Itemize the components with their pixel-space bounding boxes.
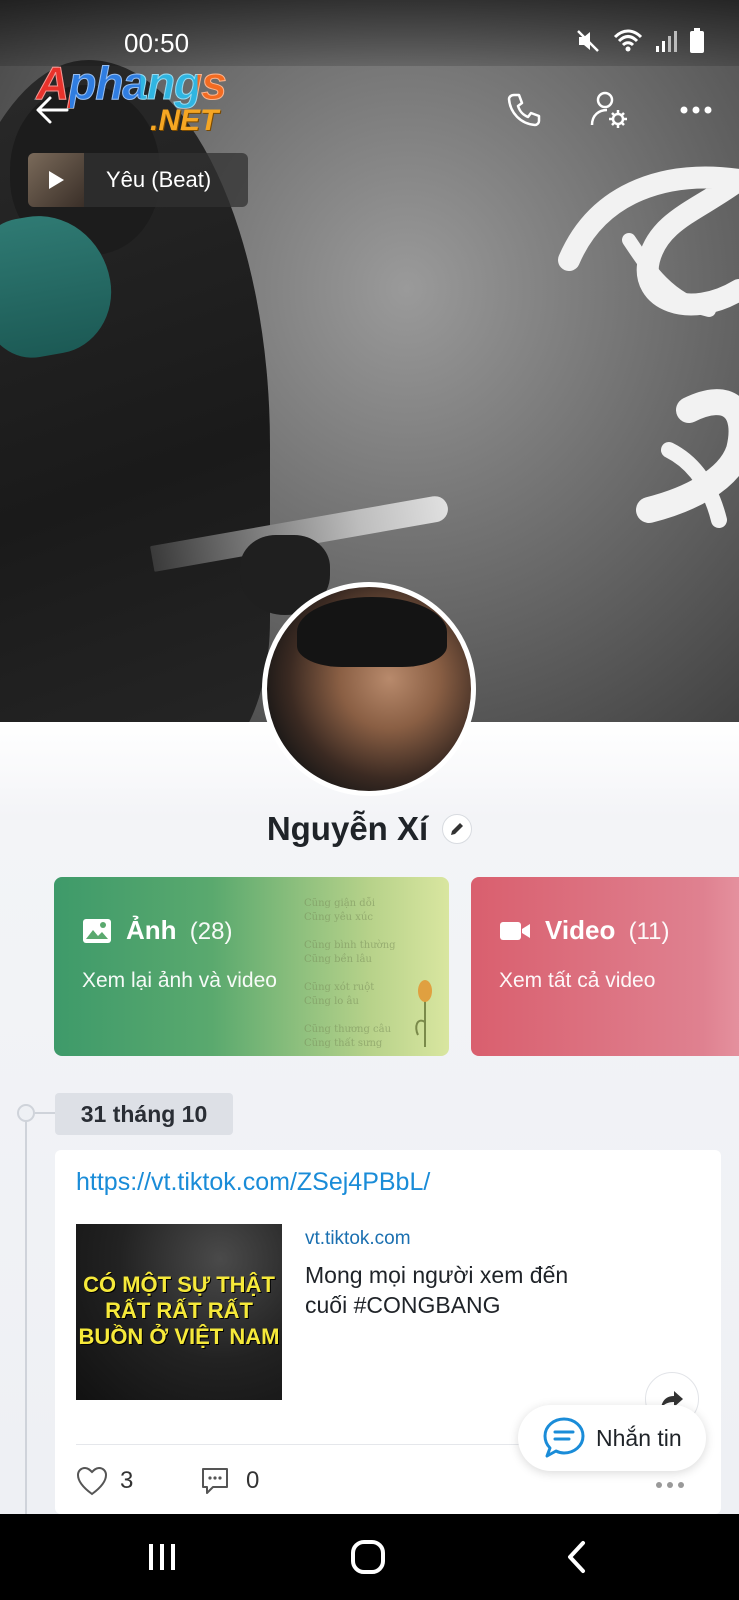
timeline-dot (17, 1104, 35, 1122)
system-navigation-bar (0, 1514, 739, 1600)
message-button-label: Nhắn tin (596, 1424, 682, 1451)
avatar-hair (297, 597, 447, 667)
videos-card-title-wrap: Video (11) (545, 915, 669, 946)
watermark-suffix: .NET (150, 104, 219, 137)
comment-button[interactable]: 0 (200, 1466, 259, 1496)
more-dots-icon (680, 106, 712, 114)
user-settings-icon (590, 91, 627, 128)
thumbnail-caption: CÓ MỘT SỰ THẬT RẤT RẤT RẤT BUỒN Ở VIỆT N… (78, 1272, 280, 1349)
music-thumbnail (28, 153, 84, 207)
more-options-button[interactable] (672, 86, 720, 134)
link-preview-title[interactable]: Mong mọi người xem đến cuối #CONGBANG (305, 1260, 615, 1320)
mute-icon (577, 30, 599, 52)
home-button[interactable] (338, 1534, 398, 1580)
chat-bubble-icon (543, 1417, 585, 1458)
photos-card[interactable]: Cũng giận dỗi Cũng yêu xúc Cũng bình thườ… (54, 877, 449, 1056)
videos-card-count: (11) (628, 918, 670, 945)
videos-card-title: Video (545, 915, 616, 945)
back-arrow-icon (36, 96, 69, 124)
like-count: 3 (120, 1467, 134, 1494)
link-preview-domain: vt.tiktok.com (305, 1228, 411, 1249)
timeline-connector (35, 1112, 55, 1114)
timeline-line (25, 1110, 27, 1514)
image-icon (83, 918, 111, 943)
flower-decoration (415, 980, 432, 1047)
post-link[interactable]: https://vt.tiktok.com/ZSej4PBbL/ (76, 1168, 430, 1197)
link-preview-thumbnail[interactable]: CÓ MỘT SỰ THẬT RẤT RẤT RẤT BUỒN Ở VIỆT N… (76, 1224, 282, 1400)
cover-calligraphy (558, 166, 739, 528)
comment-count: 0 (246, 1467, 260, 1494)
chevron-left-icon (568, 1541, 585, 1573)
profile-name: Nguyễn Xí (266, 810, 429, 847)
edit-name-button[interactable] (442, 814, 473, 844)
photos-card-title-wrap: Ảnh (28) (126, 915, 232, 946)
message-button[interactable]: Nhắn tin (518, 1405, 706, 1471)
avatar[interactable] (262, 582, 476, 796)
signal-icon (656, 31, 677, 52)
photos-card-header: Ảnh (28) (82, 915, 232, 946)
system-back-button[interactable] (546, 1534, 606, 1580)
profile-music-chip[interactable]: Yêu (Beat) (28, 153, 248, 207)
profile-settings-button[interactable] (586, 86, 634, 134)
battery-icon (690, 28, 704, 53)
recents-button[interactable] (132, 1534, 192, 1580)
post-more-button[interactable] (655, 1476, 685, 1494)
videos-card-header: Video (11) (499, 915, 669, 946)
back-button[interactable] (28, 86, 76, 134)
play-icon (49, 171, 64, 189)
poem-decoration: Cũng giận dỗi Cũng yêu xúc Cũng bình thườ… (304, 898, 396, 1049)
profile-name-row: Nguyễn Xí (0, 810, 739, 848)
video-camera-icon (500, 921, 530, 940)
status-icons (575, 28, 705, 54)
more-dots-icon (656, 1482, 684, 1488)
pencil-icon (451, 823, 464, 835)
comment-icon (202, 1468, 228, 1494)
photos-card-count: (28) (189, 918, 233, 945)
photos-card-subtitle: Xem lại ảnh và video (82, 969, 277, 992)
music-title: Yêu (Beat) (106, 167, 212, 192)
wifi-icon (613, 29, 643, 52)
photos-card-title: Ảnh (126, 915, 177, 945)
videos-card[interactable]: Video (11) Xem tất cả video (471, 877, 739, 1056)
call-button[interactable] (500, 86, 548, 134)
home-icon (351, 1540, 385, 1574)
timeline-date: 31 tháng 10 (55, 1093, 233, 1135)
like-button[interactable]: 3 (76, 1466, 133, 1496)
status-time: 00:50 (124, 28, 190, 58)
recents-icon (149, 1544, 175, 1570)
heart-icon (76, 1466, 108, 1496)
videos-card-subtitle: Xem tất cả video (499, 969, 656, 992)
phone-icon (507, 93, 541, 127)
